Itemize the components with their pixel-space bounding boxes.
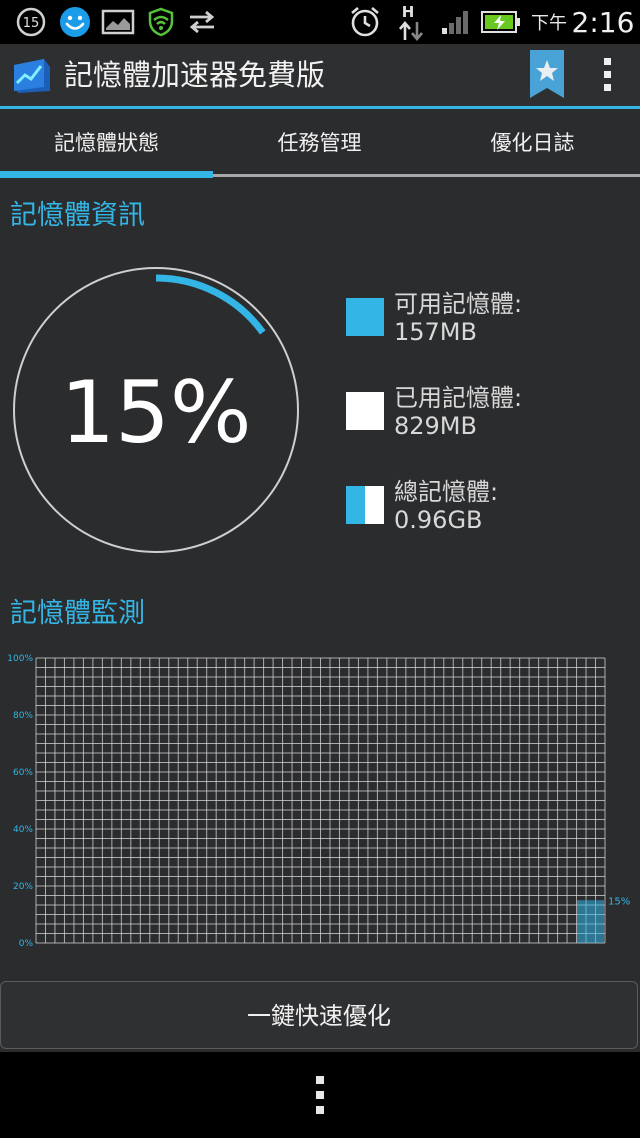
memory-info-title: 記憶體資訊 [10,200,145,231]
gauge-usage-arc [155,274,266,335]
memory-monitor-title: 記憶體監測 [10,598,145,629]
nav-menu-icon[interactable] [310,1074,330,1116]
memory-usage-gauge: 15% [10,260,302,554]
sync-arrows-icon [184,0,220,44]
status-time: 2:16 [571,5,635,39]
shield-icon [144,0,178,44]
chart-grid [35,657,606,944]
alarm-clock-icon [346,0,384,44]
chart-current-label: 15% [608,896,630,907]
total-value: 0.96GB [394,506,483,534]
used-value: 829MB [394,412,477,440]
y-tick-label: 60% [13,768,33,778]
y-tick-label: 20% [13,882,33,892]
overflow-menu-icon[interactable] [595,56,621,94]
available-label: 可用記憶體: [394,290,523,318]
smiley-app-icon [56,0,94,44]
notification-count-icon: 15 [14,0,48,44]
y-tick-label: 80% [13,711,33,721]
tab-optimize-log[interactable]: 優化日誌 [426,109,639,177]
tab-task-manager[interactable]: 任務管理 [213,109,426,177]
available-swatch [346,298,384,336]
total-label: 總記憶體: [394,478,499,506]
app-title: 記憶體加速器免費版 [64,58,326,92]
time-period: 下午 [531,13,567,34]
used-swatch [346,392,384,430]
signal-strength-icon [438,0,474,44]
tab-selected-indicator [0,171,213,178]
network-type-text: H [402,3,415,21]
network-data-icon: H [394,0,430,44]
y-tick-label: 100% [7,654,33,664]
available-value: 157MB [394,318,477,346]
tab-memory-status[interactable]: 記憶體狀態 [0,109,213,177]
used-label: 已用記憶體: [394,384,523,412]
chart-y-ticks: 100% 80% 60% 40% 20% 0% [7,654,33,949]
memory-monitor-chart: 100% 80% 60% 40% 20% 0% 15% [0,645,640,955]
total-swatch [346,486,384,524]
image-notification-icon [100,0,136,44]
y-tick-label: 0% [19,939,34,949]
battery-charging-icon [480,0,522,44]
app-bar: 記憶體加速器免費版 [0,44,640,109]
navigation-bar [0,1052,640,1138]
gauge-percent-text: 15% [60,363,251,463]
y-tick-label: 40% [13,825,33,835]
notification-count-text: 15 [23,16,40,31]
app-logo-icon [10,55,52,95]
status-bar: 15 H 下午 2:16 [0,0,640,44]
chart-usage-bar [577,900,604,943]
tab-bar: 記憶體狀態 任務管理 優化日誌 [0,109,640,179]
one-click-optimize-button[interactable]: 一鍵快速優化 [0,981,638,1049]
bookmark-star-icon[interactable] [528,50,566,100]
